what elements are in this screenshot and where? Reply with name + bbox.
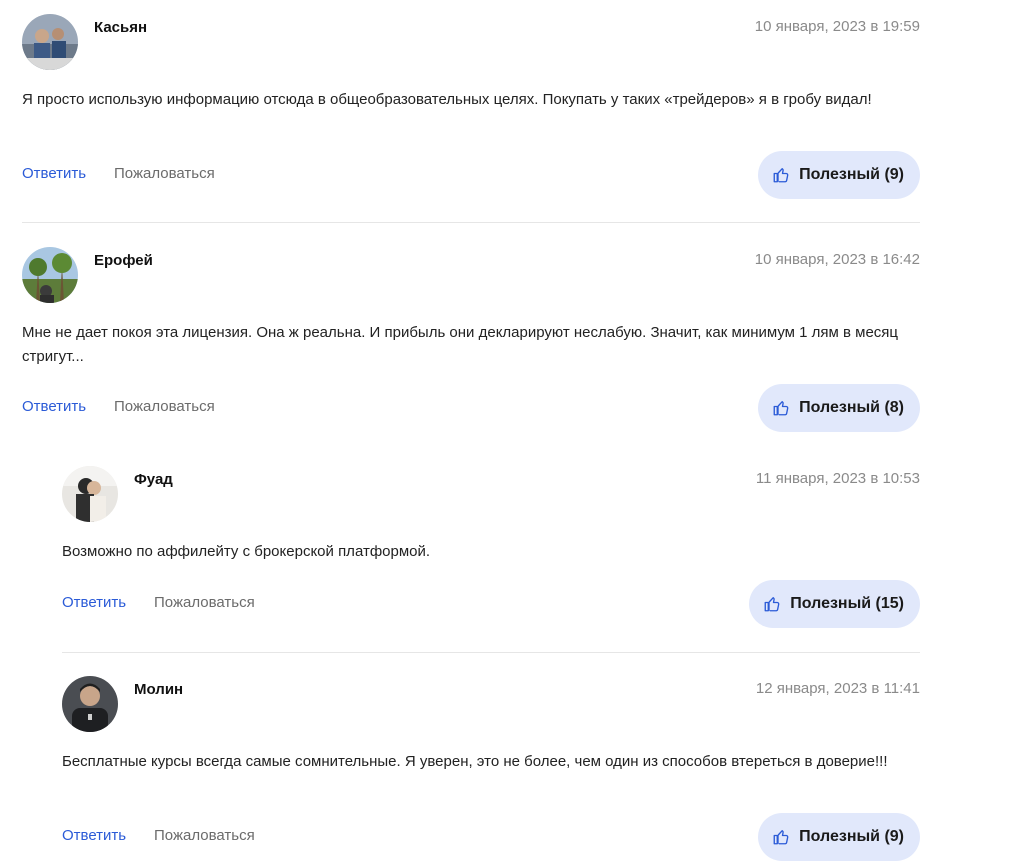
report-link[interactable]: Пожаловаться (114, 165, 215, 182)
report-link[interactable]: Пожаловаться (114, 398, 215, 415)
avatar-photo (22, 14, 78, 70)
useful-button[interactable]: Полезный (8) (758, 384, 920, 432)
avatar[interactable] (22, 247, 78, 303)
comment-actions: Ответить Пожаловаться Полезный (9) (22, 151, 920, 199)
thumbs-up-icon (773, 168, 789, 183)
comment-text: Я просто использую информацию отсюда в о… (22, 91, 872, 108)
comment-actions: Ответить Пожаловаться Полезный (15) (62, 580, 920, 628)
reply-link[interactable]: Ответить (62, 827, 126, 844)
useful-button[interactable]: Полезный (15) (749, 580, 920, 628)
useful-button[interactable]: Полезный (9) (758, 813, 920, 861)
avatar-photo (62, 466, 118, 522)
comment-date: 12 января, 2023 в 11:41 (755, 680, 920, 697)
comment-date: 11 января, 2023 в 10:53 (755, 470, 920, 487)
useful-label: Полезный (9) (799, 828, 904, 845)
comment-author: Касьян (94, 19, 148, 36)
avatar[interactable] (62, 466, 118, 522)
comment-text: Возможно по аффилейту с брокерской платф… (62, 543, 431, 560)
comment-date: 10 января, 2023 в 19:59 (754, 18, 920, 35)
useful-button[interactable]: Полезный (9) (758, 151, 920, 199)
comment-text: Бесплатные курсы всегда самые сомнительн… (62, 753, 888, 770)
useful-label: Полезный (15) (790, 595, 904, 612)
avatar-photo (62, 676, 118, 732)
comment-author: Молин (134, 681, 184, 698)
comment-text: Мне не дает покоя эта лицензия. Она ж ре… (22, 324, 899, 365)
report-link[interactable]: Пожаловаться (154, 827, 255, 844)
reply-link[interactable]: Ответить (62, 594, 126, 611)
comment-author: Фуад (134, 471, 173, 488)
avatar[interactable] (62, 676, 118, 732)
comment-author: Ерофей (94, 252, 153, 269)
comment-actions: Ответить Пожаловаться Полезный (9) (62, 813, 920, 861)
useful-label: Полезный (8) (799, 399, 904, 416)
avatar[interactable] (22, 14, 78, 70)
thumbs-up-icon (764, 597, 780, 612)
avatar-photo (22, 247, 78, 303)
thumbs-up-icon (773, 830, 789, 845)
reply-link[interactable]: Ответить (22, 165, 86, 182)
divider (62, 652, 920, 653)
report-link[interactable]: Пожаловаться (154, 594, 255, 611)
reply-link[interactable]: Ответить (22, 398, 86, 415)
comment-date: 10 января, 2023 в 16:42 (754, 251, 920, 268)
divider (22, 222, 920, 223)
useful-label: Полезный (9) (799, 166, 904, 183)
thumbs-up-icon (773, 401, 789, 416)
comment-actions: Ответить Пожаловаться Полезный (8) (22, 384, 920, 432)
